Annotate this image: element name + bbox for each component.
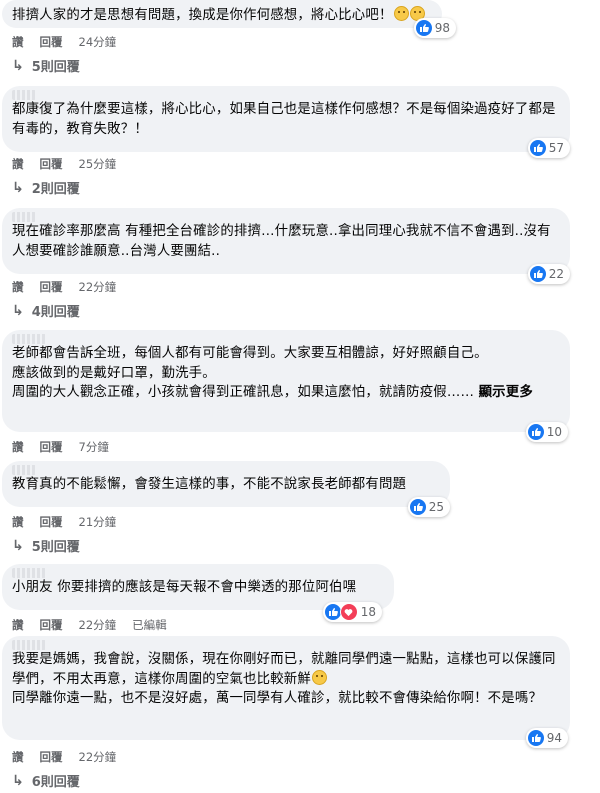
like-icon bbox=[529, 266, 546, 282]
timestamp[interactable]: 22分鐘 bbox=[79, 279, 117, 295]
love-icon bbox=[339, 603, 358, 621]
reply-arrow-icon: ↳ bbox=[12, 537, 24, 554]
comment-actions: 讚 回覆 24分鐘 bbox=[12, 34, 132, 50]
author-name[interactable] bbox=[12, 465, 36, 475]
timestamp[interactable]: 22分鐘 bbox=[79, 749, 117, 765]
reaction-badge[interactable]: 94 bbox=[525, 728, 568, 748]
view-replies-link[interactable]: ↳ 5則回覆 bbox=[12, 56, 80, 76]
like-icon bbox=[324, 604, 341, 620]
comment-bubble: 排擠人家的才是思想有問題，換成是你作何感想，將心比心吧！ 98 bbox=[2, 0, 456, 38]
like-icon bbox=[409, 499, 426, 515]
comment-bubble: 老師都會告訴全班，每個人都有可能會得到。大家要互相體諒，好好照顧自己。 應該做到… bbox=[2, 330, 570, 442]
comment-bubble: 教育真的不能鬆懈，會發生這樣的事，不能不說家長老師都有問題 25 bbox=[2, 461, 450, 517]
timestamp[interactable]: 22分鐘 bbox=[79, 617, 117, 633]
like-button[interactable]: 讚 bbox=[12, 617, 24, 633]
view-replies-link[interactable]: ↳ 6則回覆 bbox=[12, 771, 80, 791]
comment-text: 老師都會告訴全班，每個人都有可能會得到。大家要互相體諒，好好照顧自己。 應該做到… bbox=[12, 346, 533, 400]
comment-bubble: 現在確診率那麼高 有種把全台確診的排擠…什麼玩意..拿出同理心我就不信不會遇到.… bbox=[2, 208, 570, 284]
comment-actions: 讚 回覆 22分鐘 已編輯 bbox=[12, 617, 167, 633]
like-button[interactable]: 讚 bbox=[12, 439, 24, 455]
reaction-badge[interactable]: 10 bbox=[525, 422, 568, 442]
view-replies-link[interactable]: ↳ 2則回覆 bbox=[12, 178, 80, 198]
replies-count: 5則回覆 bbox=[31, 60, 80, 75]
like-button[interactable]: 讚 bbox=[12, 749, 24, 765]
timestamp[interactable]: 21分鐘 bbox=[79, 514, 117, 530]
like-icon bbox=[527, 424, 544, 440]
like-icon bbox=[527, 730, 544, 746]
comment-text: 小朋友 你要排擠的應該是每天報不會中樂透的那位阿伯嘿 bbox=[12, 580, 357, 595]
comment-actions: 讚 回覆 22分鐘 bbox=[12, 749, 132, 765]
reaction-badge[interactable]: 22 bbox=[527, 264, 570, 284]
like-button[interactable]: 讚 bbox=[12, 279, 24, 295]
like-icon bbox=[415, 20, 432, 36]
reply-arrow-icon: ↳ bbox=[12, 772, 24, 789]
reply-button[interactable]: 回覆 bbox=[40, 279, 63, 295]
emoji-icon bbox=[312, 669, 327, 685]
author-name[interactable] bbox=[12, 568, 46, 578]
reply-button[interactable]: 回覆 bbox=[40, 439, 63, 455]
comment-text: 教育真的不能鬆懈，會發生這樣的事，不能不說家長老師都有問題 bbox=[12, 477, 407, 492]
view-replies-link[interactable]: ↳ 5則回覆 bbox=[12, 536, 80, 556]
emoji-icon bbox=[393, 6, 409, 21]
comment-actions: 讚 回覆 7分鐘 bbox=[12, 439, 125, 455]
reaction-count: 18 bbox=[360, 605, 376, 619]
view-replies-link[interactable]: ↳ 4則回覆 bbox=[12, 301, 80, 321]
replies-count: 4則回覆 bbox=[31, 305, 80, 320]
reply-button[interactable]: 回覆 bbox=[40, 34, 63, 50]
reply-arrow-icon: ↳ bbox=[12, 179, 24, 196]
comment-actions: 讚 回覆 25分鐘 bbox=[12, 156, 132, 172]
timestamp[interactable]: 25分鐘 bbox=[79, 156, 117, 172]
reaction-badge[interactable]: 57 bbox=[527, 138, 570, 158]
reply-button[interactable]: 回覆 bbox=[40, 514, 63, 530]
comment-text: 排擠人家的才是思想有問題，換成是你作何感想，將心比心吧！ bbox=[12, 8, 393, 23]
like-button[interactable]: 讚 bbox=[12, 34, 24, 50]
reply-arrow-icon: ↳ bbox=[12, 302, 24, 319]
like-button[interactable]: 讚 bbox=[12, 156, 24, 172]
reaction-count: 25 bbox=[428, 500, 444, 514]
comment-actions: 讚 回覆 22分鐘 bbox=[12, 279, 132, 295]
edited-label: 已編輯 bbox=[132, 618, 167, 632]
comment-bubble: 小朋友 你要排擠的應該是每天報不會中樂透的那位阿伯嘿 18 bbox=[2, 564, 394, 622]
timestamp[interactable]: 7分鐘 bbox=[79, 439, 109, 455]
reaction-count: 57 bbox=[548, 141, 564, 155]
reaction-count: 94 bbox=[546, 731, 562, 745]
reaction-badge[interactable]: 18 bbox=[322, 602, 382, 622]
comment-bubble: 我要是媽媽，我會說，沒關係，現在你剛好而已，就離同學們遠一點點，這樣也可以保護同… bbox=[2, 636, 570, 748]
reaction-count: 22 bbox=[548, 267, 564, 281]
comment-text: 我要是媽媽，我會說，沒關係，現在你剛好而已，就離同學們遠一點點，這樣也可以保護同… bbox=[12, 652, 556, 706]
reaction-count: 10 bbox=[546, 425, 562, 439]
reply-button[interactable]: 回覆 bbox=[40, 156, 63, 172]
author-name[interactable] bbox=[12, 212, 36, 222]
reply-button[interactable]: 回覆 bbox=[40, 617, 63, 633]
comment-text: 現在確診率那麼高 有種把全台確診的排擠…什麼玩意..拿出同理心我就不信不會遇到.… bbox=[12, 224, 551, 259]
timestamp[interactable]: 24分鐘 bbox=[79, 34, 117, 50]
replies-count: 6則回覆 bbox=[31, 775, 80, 790]
like-icon bbox=[529, 140, 546, 156]
replies-count: 5則回覆 bbox=[31, 540, 80, 555]
reaction-badge[interactable]: 98 bbox=[413, 18, 456, 38]
reply-button[interactable]: 回覆 bbox=[40, 749, 63, 765]
comment-text: 都康復了為什麼要這樣，將心比心，如果自己也是這樣作何感想？不是每個染過疫好了都是… bbox=[12, 102, 556, 137]
author-name[interactable] bbox=[12, 334, 46, 344]
replies-count: 2則回覆 bbox=[31, 182, 80, 197]
like-button[interactable]: 讚 bbox=[12, 514, 24, 530]
comment-actions: 讚 回覆 21分鐘 bbox=[12, 514, 132, 530]
see-more-link[interactable]: 顯示更多 bbox=[479, 385, 533, 400]
author-name[interactable] bbox=[12, 640, 46, 650]
reaction-badge[interactable]: 25 bbox=[407, 497, 450, 517]
author-name[interactable] bbox=[12, 90, 36, 100]
reaction-count: 98 bbox=[434, 21, 450, 35]
comment-bubble: 都康復了為什麼要這樣，將心比心，如果自己也是這樣作何感想？不是每個染過疫好了都是… bbox=[2, 86, 570, 158]
reply-arrow-icon: ↳ bbox=[12, 57, 24, 74]
